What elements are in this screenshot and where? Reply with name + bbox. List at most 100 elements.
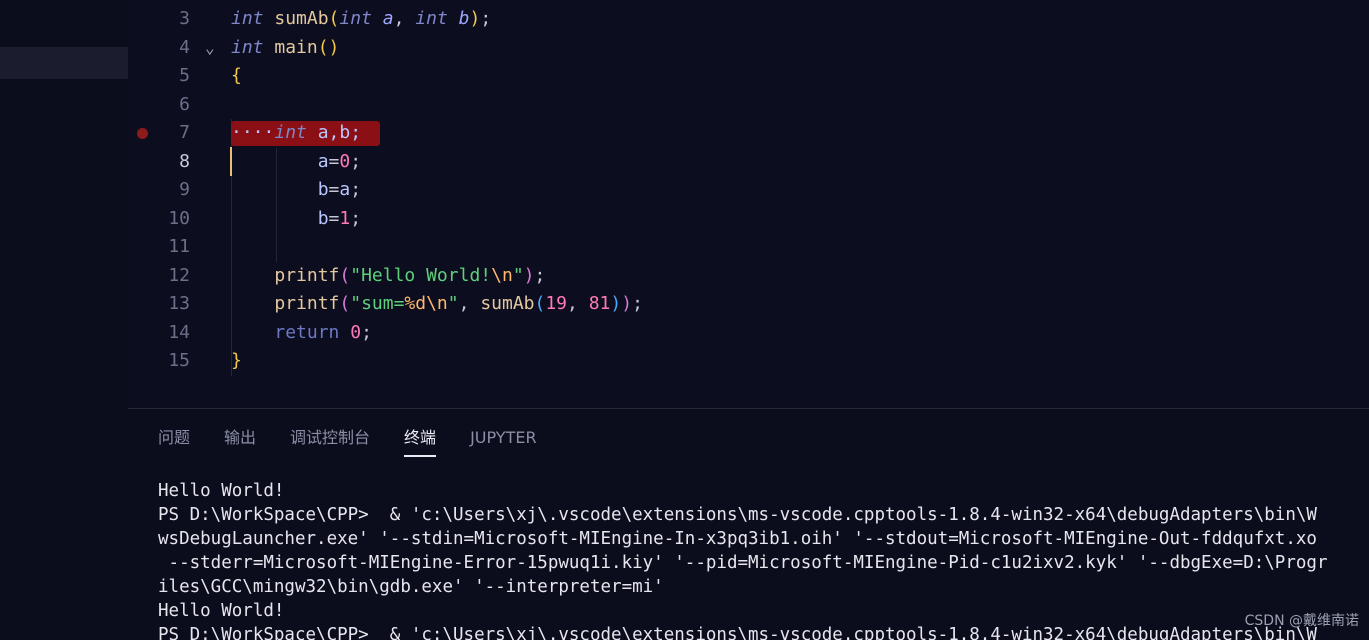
code-token: ;	[480, 8, 492, 29]
terminal-line: PS D:\WorkSpace\CPP> & 'c:\Users\xj\.vsc…	[158, 625, 1317, 640]
line-number: 15	[168, 350, 190, 371]
code-token: ;	[350, 150, 362, 172]
code-line[interactable]: 10 b=1;	[128, 205, 1369, 234]
line-number: 8	[179, 150, 190, 172]
code-token: 1	[339, 207, 351, 229]
code-token: a,b;	[306, 122, 362, 143]
code-token: "	[512, 264, 524, 286]
code-token: "Hello World!	[350, 264, 492, 286]
panel-tab[interactable]: JUPYTER	[470, 427, 537, 457]
terminal-line: wsDebugLauncher.exe' '--stdin=Microsoft-…	[158, 529, 1317, 549]
code-editor[interactable]: 3 int sumAb(int a, int b); 4 ⌄ int main() 5{6…	[128, 0, 1369, 408]
code-token: ;	[350, 179, 362, 200]
explorer-sidebar	[0, 0, 128, 640]
code-token: b	[231, 179, 329, 200]
code-token: a	[382, 8, 394, 29]
code-token: \n	[491, 264, 513, 286]
code-token: "sum=	[350, 293, 405, 314]
code-token: {	[231, 65, 242, 86]
code-token: sumAb	[480, 293, 535, 314]
code-text: int main()	[231, 34, 339, 63]
code-line[interactable]: 11	[128, 233, 1369, 262]
panel-tab[interactable]: 终端	[404, 427, 437, 457]
bottom-panel: 问题 输出 调试控制台 终端 JUPYTER Hello World! PS D:\Wor…	[128, 408, 1369, 640]
code-token: (	[534, 293, 546, 314]
code-token: )	[523, 264, 535, 286]
code-token: (	[328, 8, 340, 29]
code-token: int	[339, 8, 372, 29]
line-number: 4	[179, 36, 190, 58]
code-text: printf("sum=%d\n", sumAb(19, 81));	[231, 290, 643, 319]
code-text: printf("Hello World!\n");	[231, 262, 545, 291]
code-token: )	[469, 8, 481, 29]
code-line[interactable]: 12 printf("Hello World!\n");	[128, 262, 1369, 291]
code-token: int	[274, 122, 307, 143]
panel-tab[interactable]: 调试控制台	[290, 427, 370, 457]
code-line[interactable]: 15}	[128, 347, 1369, 376]
code-token: "	[447, 293, 459, 314]
code-line[interactable]: 13 printf("sum=%d\n", sumAb(19, 81));	[128, 290, 1369, 319]
line-number: 3	[179, 8, 190, 29]
line-number: 7	[179, 122, 190, 143]
code-text: }	[231, 347, 242, 376]
code-token: (	[339, 293, 351, 314]
code-text: a=0;	[231, 148, 361, 177]
code-token: ()	[317, 36, 340, 58]
code-line[interactable]: 8 a=0;	[128, 148, 1369, 177]
line-number: 5	[179, 65, 190, 86]
code-text: int sumAb(int a, int b);	[231, 5, 491, 34]
line-number: 14	[168, 321, 190, 343]
code-token: )	[610, 293, 622, 314]
terminal-line: iles\GCC\mingw32\bin\gdb.exe' '--interpr…	[158, 577, 664, 597]
code-line[interactable]: 14 return 0;	[128, 319, 1369, 348]
code-token: (	[339, 264, 351, 286]
code-token: ,	[458, 293, 481, 314]
code-token: ;	[534, 264, 546, 286]
code-token: return	[274, 321, 340, 343]
code-line[interactable]: 3 int sumAb(int a, int b);	[128, 5, 1369, 34]
code-token: int	[415, 8, 448, 29]
code-token: 81	[588, 293, 611, 314]
fold-chevron-icon[interactable]: ⌄	[205, 34, 215, 63]
line-number: 11	[168, 236, 190, 257]
text-cursor	[230, 147, 232, 176]
line-number: 9	[179, 179, 190, 200]
code-line[interactable]: 7 ····int a,b;	[128, 119, 1369, 148]
code-token: }	[231, 350, 242, 371]
code-token: 0	[350, 321, 362, 343]
code-line[interactable]: 5{	[128, 62, 1369, 91]
code-token: printf	[274, 293, 340, 314]
code-token: ,	[567, 293, 589, 314]
panel-tab[interactable]: 问题	[158, 427, 190, 457]
code-line[interactable]: 4 ⌄ int main()	[128, 34, 1369, 63]
code-token: 0	[339, 150, 351, 172]
code-text: {	[231, 62, 242, 91]
code-text: b=a;	[231, 176, 361, 205]
code-line[interactable]: 6	[128, 91, 1369, 120]
terminal-line: Hello World!	[158, 481, 285, 501]
code-token: a	[339, 179, 351, 200]
code-text: return 0;	[231, 319, 372, 348]
code-token: main	[274, 36, 318, 58]
line-number: 12	[168, 264, 190, 286]
sidebar-selected-item[interactable]	[0, 47, 128, 79]
code-token: ····	[231, 122, 275, 143]
code-token: 19	[545, 293, 568, 314]
panel-tabs: 问题 输出 调试控制台 终端 JUPYTER	[158, 427, 571, 457]
terminal-line: --stderr=Microsoft-MIEngine-Error-15pwuq…	[158, 553, 1328, 573]
terminal-line: PS D:\WorkSpace\CPP> & 'c:\Users\xj\.vsc…	[158, 505, 1317, 525]
code-token: b	[458, 8, 470, 29]
code-token: ;	[632, 293, 643, 314]
code-token: printf	[274, 264, 340, 286]
code-line[interactable]: 9 b=a;	[128, 176, 1369, 205]
terminal-output[interactable]: Hello World! PS D:\WorkSpace\CPP> & 'c:\U…	[158, 479, 1369, 640]
code-token: ;	[361, 321, 372, 343]
panel-tab[interactable]: 输出	[224, 427, 256, 457]
code-token: ,	[393, 8, 416, 29]
